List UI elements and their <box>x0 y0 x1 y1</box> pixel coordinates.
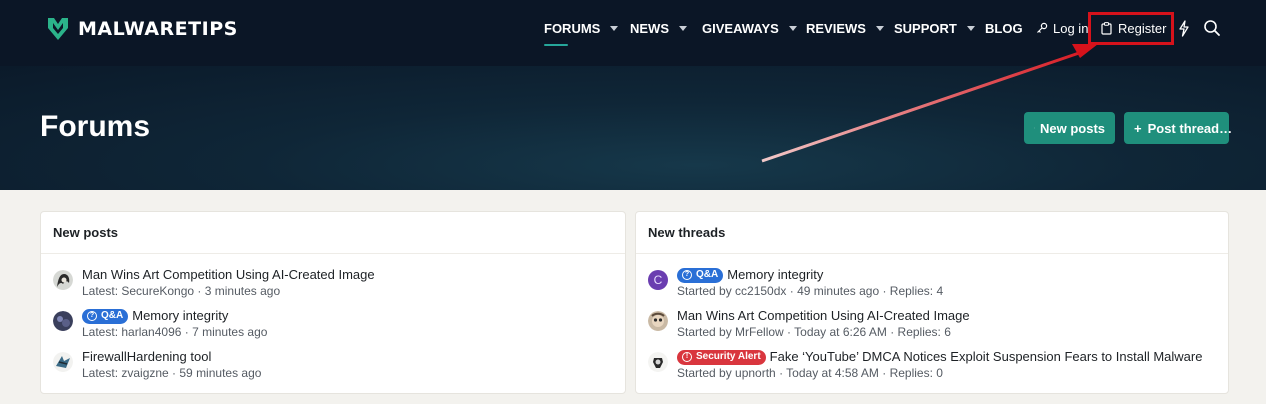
user-avatar[interactable] <box>648 352 668 372</box>
thread-meta: Started by upnorth · Today at 4:58 AM · … <box>677 366 943 380</box>
login-label: Log in <box>1053 20 1089 36</box>
avatar-letter: C <box>653 273 663 287</box>
thread-meta: Started by cc2150dx · 49 minutes ago · R… <box>677 284 944 298</box>
thread-title-link[interactable]: ? Q&A Memory integrity <box>677 267 823 283</box>
security-alert-prefix-badge[interactable]: ! Security Alert <box>677 349 766 365</box>
post-meta: Latest: harlan4096 · 7 minutes ago <box>82 325 268 339</box>
main-nav: FORUMS NEWS GIVEAWAYS REVIEWS SUPPORT BL… <box>0 0 1266 66</box>
badge-label: Security Alert <box>696 351 761 362</box>
nav-support[interactable]: SUPPORT <box>894 0 975 56</box>
new-threads-widget: New threads C ? Q&A Memory integrity Star… <box>635 211 1229 394</box>
plus-icon: + <box>1134 120 1142 136</box>
thread-title[interactable]: Man Wins Art Competition Using AI-Create… <box>677 308 970 324</box>
nav-reviews[interactable]: REVIEWS <box>806 0 884 56</box>
chevron-down-icon[interactable] <box>966 25 975 31</box>
search-icon <box>1204 20 1220 36</box>
thread-title[interactable]: Fake ‘YouTube’ DMCA Notices Exploit Susp… <box>770 349 1203 365</box>
list-item[interactable]: Man Wins Art Competition Using AI-Create… <box>648 308 1218 344</box>
new-posts-widget: New posts Man Wins Art Competition Using… <box>40 211 626 394</box>
user-avatar[interactable]: C <box>648 270 668 290</box>
login-link[interactable]: Log in <box>1036 0 1088 56</box>
search-button[interactable] <box>1203 0 1221 56</box>
badge-label: Q&A <box>101 310 124 321</box>
nav-news-label: NEWS <box>630 20 669 36</box>
chevron-down-icon[interactable] <box>875 25 884 31</box>
key-icon <box>1037 22 1048 33</box>
lightning-icon <box>1179 19 1189 37</box>
nav-blog[interactable]: BLOG <box>985 0 1023 56</box>
list-item[interactable]: ! Security Alert Fake ‘YouTube’ DMCA Noti… <box>648 349 1218 385</box>
chevron-down-icon[interactable] <box>610 25 619 31</box>
user-avatar[interactable] <box>53 270 73 290</box>
alert-icon: ! <box>682 352 692 362</box>
page-title: Forums <box>40 110 151 143</box>
chevron-down-icon[interactable] <box>788 25 797 31</box>
whats-new-button[interactable] <box>1178 0 1190 56</box>
widget-title[interactable]: New threads <box>636 212 1228 254</box>
nav-reviews-label: REVIEWS <box>806 20 866 36</box>
list-item[interactable]: ? Q&A Memory integrity Latest: harlan4096… <box>53 308 613 344</box>
thread-title-link[interactable]: ? Q&A Memory integrity <box>82 308 228 324</box>
nav-forums-label: FORUMS <box>544 20 601 36</box>
chat-bubbles-icon <box>1034 127 1035 129</box>
qa-prefix-badge[interactable]: ? Q&A <box>82 308 129 324</box>
badge-label: Q&A <box>696 269 719 280</box>
nav-support-label: SUPPORT <box>894 20 957 36</box>
user-avatar[interactable] <box>53 352 73 372</box>
thread-title[interactable]: Memory integrity <box>727 267 823 283</box>
widget-title[interactable]: New posts <box>41 212 625 254</box>
thread-title-link[interactable]: FirewallHardening tool <box>82 349 211 365</box>
thread-title[interactable]: Memory integrity <box>132 308 228 324</box>
post-meta: Latest: SecureKongo · 3 minutes ago <box>82 284 281 298</box>
thread-title[interactable]: FirewallHardening tool <box>82 349 211 365</box>
thread-title[interactable]: Man Wins Art Competition Using AI-Create… <box>82 267 375 283</box>
list-item[interactable]: Man Wins Art Competition Using AI-Create… <box>53 267 613 303</box>
active-tab-indicator <box>544 44 568 46</box>
user-avatar[interactable] <box>53 311 73 331</box>
list-item[interactable]: C ? Q&A Memory integrity Started by cc215… <box>648 267 1218 303</box>
register-highlight-box <box>1088 12 1174 45</box>
qa-prefix-badge[interactable]: ? Q&A <box>677 267 724 283</box>
post-thread-button[interactable]: + Post thread… <box>1124 112 1232 144</box>
user-avatar[interactable] <box>648 311 668 331</box>
nav-news[interactable]: NEWS <box>630 0 687 56</box>
nav-giveaways-label: GIVEAWAYS <box>702 20 779 36</box>
chevron-down-icon[interactable] <box>679 25 687 31</box>
nav-blog-label: BLOG <box>985 20 1023 36</box>
thread-meta: Started by MrFellow · Today at 6:26 AM ·… <box>677 325 951 339</box>
list-item[interactable]: FirewallHardening tool Latest: zvaigzne … <box>53 349 613 385</box>
nav-giveaways[interactable]: GIVEAWAYS <box>702 0 797 56</box>
question-icon: ? <box>87 311 97 321</box>
post-thread-button-label: Post thread… <box>1147 120 1233 136</box>
new-posts-button-label: New posts <box>1039 120 1105 136</box>
thread-title-link[interactable]: Man Wins Art Competition Using AI-Create… <box>82 267 375 283</box>
nav-forums[interactable]: FORUMS <box>544 0 619 56</box>
post-meta: Latest: zvaigzne · 59 minutes ago <box>82 366 262 380</box>
new-posts-button[interactable]: New posts <box>1024 112 1115 144</box>
question-icon: ? <box>682 270 692 280</box>
thread-title-link[interactable]: ! Security Alert Fake ‘YouTube’ DMCA Noti… <box>677 349 1202 365</box>
thread-title-link[interactable]: Man Wins Art Competition Using AI-Create… <box>677 308 970 324</box>
